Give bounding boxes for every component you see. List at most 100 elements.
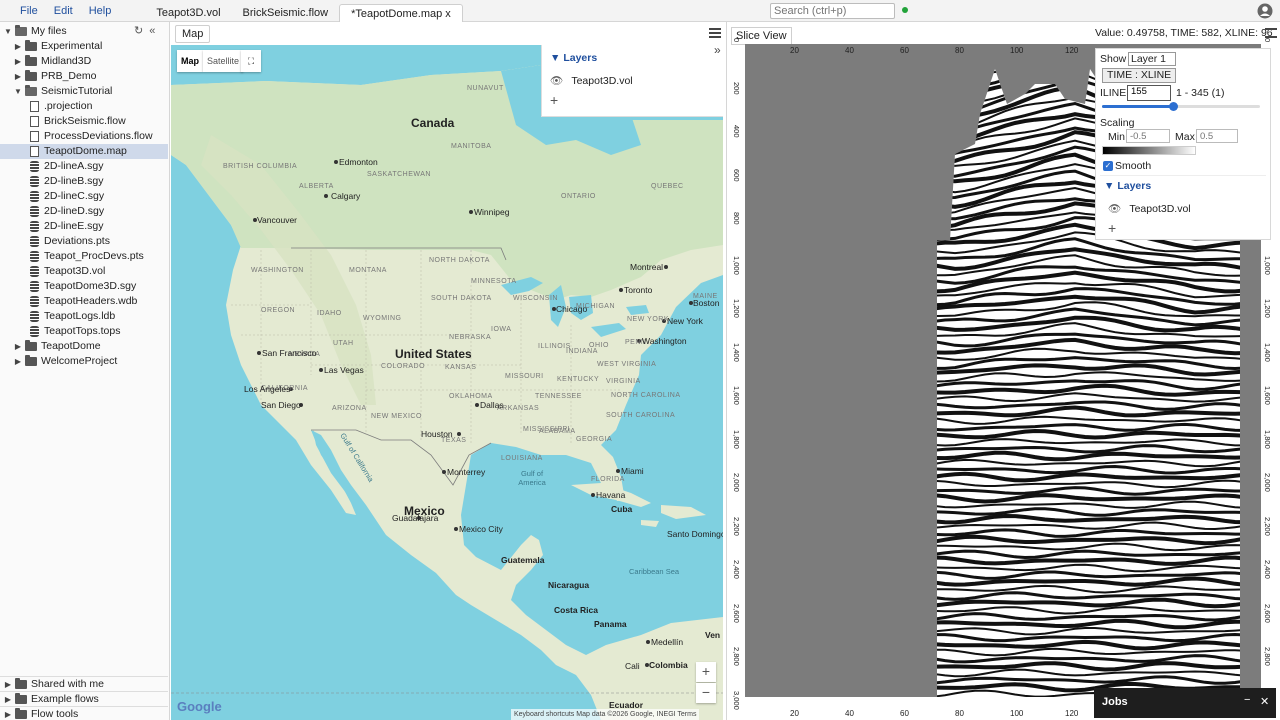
jobs-bar[interactable]: Jobs − ✕ (1094, 688, 1276, 718)
y-tick-label: 1,000 (732, 255, 741, 275)
map-layers-header[interactable]: ▼ Layers (550, 52, 597, 64)
y-tick-label: 600 (732, 168, 741, 182)
refresh-icon[interactable]: ↻ (134, 25, 143, 37)
chevron-right-icon[interactable]: ▶ (14, 69, 22, 84)
folder-icon (25, 55, 37, 66)
chevron-right-icon[interactable]: ▶ (14, 339, 22, 354)
tree-item[interactable]: ▶ PRB_Demo (0, 69, 168, 84)
tree-item[interactable]: TeapotDome.map (0, 144, 168, 159)
tree-item[interactable]: BrickSeismic.flow (0, 114, 168, 129)
expand-panel-icon[interactable]: » (714, 45, 721, 57)
tree-item[interactable]: 2D-lineD.sgy (0, 204, 168, 219)
tree-item[interactable]: 2D-lineE.sgy (0, 219, 168, 234)
tree-item[interactable]: TeapotTops.tops (0, 324, 168, 339)
menu-edit[interactable]: Edit (46, 5, 81, 17)
database-icon (30, 281, 39, 292)
tree-item-label: Midland3D (41, 55, 92, 67)
add-layer-button[interactable]: + (550, 92, 558, 108)
chevron-right-icon[interactable]: ▶ (14, 39, 22, 54)
tree-flow-tools[interactable]: ▶ Flow tools (0, 706, 168, 720)
smooth-checkbox[interactable]: ✓ (1103, 161, 1113, 171)
tree-example-flows[interactable]: ▶ Example flows (0, 691, 168, 706)
map-canvas[interactable]: Canada United States Mexico BRITISH COLU… (171, 45, 723, 720)
zoom-in-button[interactable]: + (696, 662, 716, 682)
min-input[interactable] (1126, 129, 1170, 143)
show-label: Show (1100, 53, 1127, 65)
chevron-down-icon[interactable]: ▼ (4, 24, 12, 39)
tree-item[interactable]: ▼ SeismicTutorial (0, 84, 168, 99)
tab-teapotdome-map[interactable]: *TeapotDome.map x (339, 3, 463, 22)
chevron-right-icon[interactable]: ▶ (14, 354, 22, 369)
tree-item[interactable]: ▶ Experimental (0, 39, 168, 54)
zoom-out-button[interactable]: − (696, 683, 716, 703)
y-tick-label: 1,800 (732, 429, 741, 449)
tree-item[interactable]: Teapot3D.vol (0, 264, 168, 279)
user-icon[interactable] (1257, 3, 1273, 19)
tree-shared-with-me[interactable]: ▶ Shared with me (0, 676, 168, 691)
collapse-all-icon[interactable]: « (149, 25, 155, 37)
max-input[interactable] (1196, 129, 1238, 143)
tree-item[interactable]: Teapot_ProcDevs.pts (0, 249, 168, 264)
map-label-state: WEST VIRGINIA (597, 361, 657, 368)
map-type-satellite-button[interactable]: Satellite (203, 50, 244, 72)
slice-layer-row[interactable]: 👁 Teapot3D.vol (1108, 202, 1191, 216)
panel-menu-icon[interactable] (709, 28, 721, 38)
tree-item[interactable]: 2D-lineC.sgy (0, 189, 168, 204)
map-label-city: Guatemala (501, 555, 545, 565)
folder-open-icon (25, 85, 37, 96)
tree-item[interactable]: ProcessDeviations.flow (0, 129, 168, 144)
map-layer-row[interactable]: 👁 Teapot3D.vol (550, 74, 633, 88)
chevron-right-icon[interactable]: ▶ (4, 692, 12, 707)
search-input[interactable] (770, 3, 895, 19)
tree-item[interactable]: TeapotHeaders.wdb (0, 294, 168, 309)
chevron-right-icon[interactable]: ▶ (14, 54, 22, 69)
menu-help[interactable]: Help (81, 5, 120, 17)
chevron-right-icon[interactable]: ▶ (4, 707, 12, 720)
slice-layers-header[interactable]: ▼ Layers (1104, 180, 1151, 192)
close-icon[interactable]: ✕ (1260, 695, 1269, 708)
tree-item[interactable]: .projection (0, 99, 168, 114)
layer-select[interactable]: Layer 1 ▼ (1128, 52, 1176, 76)
map-type-map-button[interactable]: Map (177, 50, 203, 72)
map-label-state: SOUTH CAROLINA (606, 412, 676, 419)
map-tab[interactable]: Map (175, 24, 211, 43)
iline-input[interactable]: 155 (1127, 85, 1171, 101)
tree-item-label: 2D-lineB.sgy (44, 175, 104, 187)
slice-view-panel: Slice View Value: 0.49758, TIME: 582, XL… (726, 22, 1280, 720)
x-tick-label: 60 (900, 46, 909, 55)
map-label-state: WASHINGTON (251, 267, 304, 274)
menu-file[interactable]: File (0, 5, 46, 17)
tab-brickseismic-flow[interactable]: BrickSeismic.flow (232, 4, 340, 22)
x-tick-label: 80 (955, 709, 964, 718)
tree-item[interactable]: 2D-lineA.sgy (0, 159, 168, 174)
tree-item-label: TeapotHeaders.wdb (44, 295, 138, 307)
tree-item[interactable]: ▶ WelcomeProject (0, 354, 168, 369)
map-label-state: NORTH DAKOTA (429, 257, 490, 264)
tree-item[interactable]: Deviations.pts (0, 234, 168, 249)
x-tick-label: 20 (790, 46, 799, 55)
iline-slider[interactable] (1102, 102, 1260, 111)
slice-view-tab[interactable]: Slice View (731, 27, 792, 45)
map-attribution[interactable]: Keyboard shortcuts Map data ©2026 Google… (511, 709, 700, 720)
tab-teapot3d-vol[interactable]: Teapot3D.vol (145, 4, 231, 22)
chevron-down-icon[interactable]: ▼ (14, 84, 22, 99)
tree-item[interactable]: 2D-lineB.sgy (0, 174, 168, 189)
add-layer-button[interactable]: + (1108, 220, 1116, 236)
tree-item[interactable]: TeapotLogs.ldb (0, 309, 168, 324)
fullscreen-icon[interactable]: ⛶ (241, 50, 261, 72)
minimize-icon[interactable]: − (1244, 694, 1250, 706)
eye-icon[interactable]: 👁 (550, 74, 563, 87)
tree-item[interactable]: ▶ Midland3D (0, 54, 168, 69)
iline-slider-thumb[interactable] (1169, 102, 1179, 111)
map-label-city: Houston (421, 429, 453, 439)
tree-item[interactable]: TeapotDome3D.sgy (0, 279, 168, 294)
y-tick-label: 1,600 (1263, 386, 1272, 406)
chevron-right-icon[interactable]: ▶ (4, 677, 12, 692)
panel-menu-icon[interactable] (1265, 28, 1277, 38)
orientation-button[interactable]: TIME : XLINE (1102, 68, 1177, 83)
map-label-city: Monterrey (447, 467, 486, 477)
eye-icon[interactable]: 👁 (1108, 202, 1121, 215)
map-label-city: Miami (621, 466, 644, 476)
y-tick-label: 400 (732, 125, 741, 138)
tree-item[interactable]: ▶ TeapotDome (0, 339, 168, 354)
